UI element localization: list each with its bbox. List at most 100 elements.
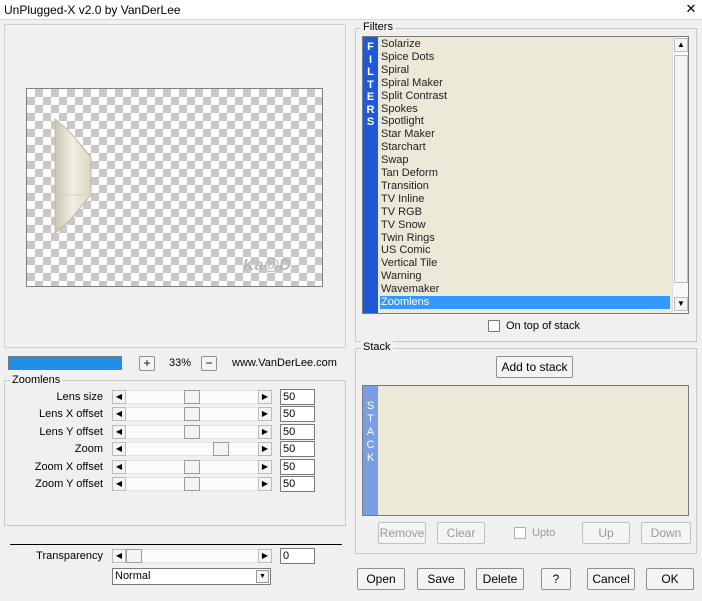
param-label: Zoom Y offset xyxy=(35,478,103,490)
parameters-group-label: Zoomlens xyxy=(10,374,63,386)
zoom-level: 33% xyxy=(169,357,192,369)
filters-side-letter: F xyxy=(367,41,374,53)
preview-shape xyxy=(54,117,92,235)
transparency-value-field[interactable]: 0 xyxy=(280,548,315,564)
up-button[interactable]: Up xyxy=(582,522,630,544)
param-value-field[interactable]: 50 xyxy=(280,423,315,440)
param-slider-thumb[interactable] xyxy=(184,407,200,422)
param-slider-thumb[interactable] xyxy=(184,477,200,491)
filter-item[interactable]: Swap xyxy=(380,154,670,167)
zoom-in-button[interactable]: + xyxy=(139,356,155,371)
scroll-down-icon[interactable]: ▼ xyxy=(674,297,688,311)
param-right-arrow-icon[interactable]: ▶ xyxy=(258,424,272,439)
param-right-arrow-icon[interactable]: ▶ xyxy=(258,477,272,491)
stack-side-letter: T xyxy=(367,413,374,425)
down-button[interactable]: Down xyxy=(641,522,691,544)
filter-item[interactable]: Warning xyxy=(380,270,670,283)
filter-item[interactable]: TV RGB xyxy=(380,206,670,219)
filters-side-letter: L xyxy=(367,66,374,78)
clear-button[interactable]: Clear xyxy=(437,522,485,544)
param-value-field[interactable]: 50 xyxy=(280,458,315,475)
stack-side-bar: STACK xyxy=(363,386,378,515)
param-right-arrow-icon[interactable]: ▶ xyxy=(258,407,272,422)
param-left-arrow-icon[interactable]: ◀ xyxy=(112,407,126,422)
on-top-checkbox[interactable] xyxy=(488,320,500,332)
filter-item[interactable]: Twin Rings xyxy=(380,232,670,245)
open-button[interactable]: Open xyxy=(357,568,405,590)
close-icon[interactable]: ✕ xyxy=(684,2,698,16)
filter-item[interactable]: Star Maker xyxy=(380,128,670,141)
website-link[interactable]: www.VanDerLee.com xyxy=(232,357,337,369)
param-left-arrow-icon[interactable]: ◀ xyxy=(112,424,126,439)
filter-item[interactable]: Spiral Maker xyxy=(380,77,670,90)
transparency-right-arrow-icon[interactable]: ▶ xyxy=(258,549,272,563)
stack-side-letter: S xyxy=(366,400,375,412)
separator xyxy=(10,544,342,545)
filter-item[interactable]: Spice Dots xyxy=(380,51,670,64)
param-slider-track[interactable] xyxy=(126,442,258,457)
filter-item[interactable]: Spotlight xyxy=(380,115,670,128)
add-to-stack-button[interactable]: Add to stack xyxy=(496,356,573,378)
remove-button[interactable]: Remove xyxy=(378,522,426,544)
filter-item[interactable]: Vertical Tile xyxy=(380,257,670,270)
filters-side-letter: T xyxy=(367,78,374,91)
param-value-field[interactable]: 50 xyxy=(280,389,315,405)
param-slider-thumb[interactable] xyxy=(213,442,229,457)
stack-side-letter: A xyxy=(366,426,375,438)
filter-item[interactable]: US Comic xyxy=(380,244,670,257)
filters-scrollbar[interactable]: ▲ ▼ xyxy=(672,37,688,313)
param-value-field[interactable]: 50 xyxy=(280,476,315,492)
help-button[interactable]: ? xyxy=(541,568,571,590)
save-button[interactable]: Save xyxy=(417,568,465,590)
zoom-out-button[interactable]: − xyxy=(201,356,217,371)
watermark-logo: Ka@D xyxy=(243,257,291,274)
transparency-slider-track[interactable] xyxy=(126,549,258,563)
upto-checkbox[interactable] xyxy=(514,527,526,539)
param-label: Lens X offset xyxy=(38,408,103,421)
stack-side-letter: C xyxy=(366,439,375,451)
filter-item[interactable]: Tan Deform xyxy=(380,167,670,180)
param-left-arrow-icon[interactable]: ◀ xyxy=(112,442,126,457)
param-value-field[interactable]: 50 xyxy=(280,441,315,458)
scroll-thumb[interactable] xyxy=(674,55,688,283)
filter-item[interactable]: Transition xyxy=(380,180,670,193)
transparency-left-arrow-icon[interactable]: ◀ xyxy=(112,549,126,563)
filter-item[interactable]: Split Contrast xyxy=(380,90,670,103)
param-left-arrow-icon[interactable]: ◀ xyxy=(112,390,126,404)
param-label: Zoom xyxy=(74,443,103,456)
param-value-field[interactable]: 50 xyxy=(280,406,315,423)
param-right-arrow-icon[interactable]: ▶ xyxy=(258,459,272,474)
param-slider-thumb[interactable] xyxy=(184,390,200,404)
title-bar: UnPlugged-X v2.0 by VanDerLee ✕ xyxy=(0,0,702,20)
filter-item[interactable]: Spiral xyxy=(380,64,670,77)
blend-mode-value: Normal xyxy=(115,570,151,582)
param-right-arrow-icon[interactable]: ▶ xyxy=(258,442,272,457)
transparency-label: Transparency xyxy=(36,550,103,562)
stack-side-letter: K xyxy=(366,452,375,464)
filter-item[interactable]: Zoomlens xyxy=(380,296,670,309)
param-slider-thumb[interactable] xyxy=(184,424,200,439)
delete-button[interactable]: Delete xyxy=(476,568,524,590)
filter-item[interactable]: Starchart xyxy=(380,141,670,154)
chevron-down-icon[interactable]: ▼ xyxy=(256,570,269,583)
stack-list[interactable] xyxy=(362,385,689,516)
cancel-button[interactable]: Cancel xyxy=(587,568,635,590)
filter-item[interactable]: TV Snow xyxy=(380,219,670,232)
upto-label: Upto xyxy=(532,527,556,539)
param-left-arrow-icon[interactable]: ◀ xyxy=(112,459,126,474)
param-slider-thumb[interactable] xyxy=(184,459,200,474)
filters-group-label: Filters xyxy=(361,21,395,33)
scroll-up-icon[interactable]: ▲ xyxy=(674,38,688,52)
filter-item[interactable]: Spokes xyxy=(380,103,670,116)
transparency-slider-thumb[interactable] xyxy=(126,549,142,563)
filter-item[interactable]: Wavemaker xyxy=(380,283,670,296)
ok-button[interactable]: OK xyxy=(646,568,694,590)
filter-item[interactable]: TV Inline xyxy=(380,193,670,206)
param-label: Zoom X offset xyxy=(34,460,103,473)
preview-canvas[interactable]: Ka@D xyxy=(26,88,323,287)
on-top-label: On top of stack xyxy=(506,320,580,332)
param-right-arrow-icon[interactable]: ▶ xyxy=(258,390,272,404)
blend-mode-select[interactable]: Normal ▼ xyxy=(112,568,271,585)
param-left-arrow-icon[interactable]: ◀ xyxy=(112,477,126,491)
filter-item[interactable]: Solarize xyxy=(380,38,670,51)
